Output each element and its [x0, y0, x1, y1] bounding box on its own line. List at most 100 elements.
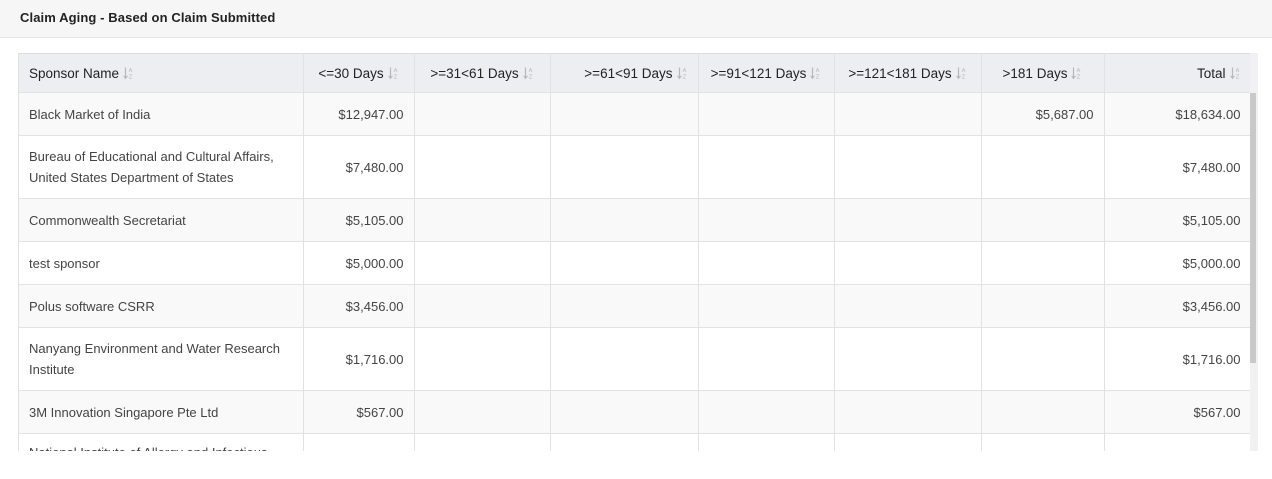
table-row: test sponsor $5,000.00 $5,000.00	[19, 241, 1252, 285]
svg-text:A: A	[682, 68, 686, 74]
sort-alpha-icon[interactable]: AZ	[810, 66, 821, 81]
table-row: Commonwealth Secretariat $5,105.00 $5,10…	[19, 198, 1252, 242]
sort-alpha-icon[interactable]: AZ	[676, 66, 688, 81]
svg-text:Z: Z	[528, 75, 532, 80]
svg-text:A: A	[1235, 68, 1239, 74]
svg-text:Z: Z	[393, 75, 397, 80]
amount-cell	[414, 241, 551, 285]
total-cell: $18,634.00	[1104, 92, 1252, 136]
amount-cell	[414, 198, 551, 242]
sponsor-name-cell: 3M Innovation Singapore Pte Ltd	[19, 390, 304, 434]
amount-cell	[981, 241, 1105, 285]
amount-cell	[414, 92, 551, 136]
column-header-31-61-days[interactable]: >=31<61 Days A Z	[414, 53, 551, 93]
amount-cell	[698, 390, 835, 434]
amount-cell	[414, 433, 551, 451]
amount-cell	[550, 92, 699, 136]
svg-text:A: A	[129, 68, 133, 74]
sort-alpha-icon[interactable]: AZ	[1229, 66, 1241, 81]
svg-text:A: A	[1077, 68, 1081, 74]
amount-cell	[834, 92, 982, 136]
amount-cell	[414, 390, 551, 434]
card-title: Claim Aging - Based on Claim Submitted	[20, 10, 276, 25]
table-row: 3M Innovation Singapore Pte Ltd $567.00 …	[19, 390, 1252, 434]
column-header-label: >=61<91 Days	[584, 65, 673, 81]
amount-cell	[834, 198, 982, 242]
amount-cell	[550, 135, 699, 199]
claim-aging-table-container[interactable]: Sponsor Name A Z <=30 Days A Z >=31<61 Days A…	[18, 53, 1258, 451]
claim-aging-card: Claim Aging - Based on Claim Submitted S…	[0, 0, 1272, 479]
column-header-121-181-days[interactable]: >=121<181 Days A Z	[834, 53, 982, 93]
amount-cell	[550, 284, 699, 328]
amount-cell	[698, 92, 835, 136]
amount-cell	[834, 241, 982, 285]
amount-cell	[414, 284, 551, 328]
amount-cell: $1,716.00	[303, 327, 415, 391]
table-row: Polus software CSRR $3,456.00 $3,456.00	[19, 284, 1252, 328]
svg-text:A: A	[528, 68, 532, 74]
svg-text:Z: Z	[1077, 75, 1081, 80]
total-cell: $3,456.00	[1104, 284, 1252, 328]
column-header-sponsor-name[interactable]: Sponsor Name A Z	[19, 53, 304, 93]
amount-cell: $5,000.00	[303, 241, 415, 285]
amount-cell	[550, 327, 699, 391]
column-header-label: >181 Days	[1002, 65, 1068, 81]
table-row: Black Market of India $12,947.00 $5,687.…	[19, 92, 1252, 136]
table-row: Bureau of Educational and Cultural Affai…	[19, 135, 1252, 199]
vertical-scrollbar-thumb[interactable]	[1250, 93, 1256, 363]
amount-cell	[981, 390, 1105, 434]
sort-alpha-icon[interactable]: AZ	[955, 66, 967, 81]
amount-cell	[981, 198, 1105, 242]
amount-cell: $12,947.00	[303, 92, 415, 136]
total-cell: $567.00	[1104, 390, 1252, 434]
amount-cell	[981, 284, 1105, 328]
total-cell	[1104, 433, 1252, 451]
column-header-label: <=30 Days	[318, 65, 384, 81]
svg-text:A: A	[393, 68, 397, 74]
column-header-61-91-days[interactable]: >=61<91 Days A Z	[550, 53, 699, 93]
table-row: Nanyang Environment and Water Research I…	[19, 327, 1252, 391]
amount-cell	[414, 135, 551, 199]
sort-alpha-icon[interactable]: AZ	[387, 66, 399, 81]
amount-cell	[834, 390, 982, 434]
table-row: National Institute of Allergy and Infect…	[19, 433, 1252, 451]
table-header-row: Sponsor Name A Z <=30 Days A Z >=31<61 Days A…	[19, 53, 1252, 93]
amount-cell	[834, 327, 982, 391]
column-header-181-days[interactable]: >181 Days A Z	[981, 53, 1105, 93]
sponsor-name-cell: National Institute of Allergy and Infect…	[19, 433, 304, 451]
amount-cell	[834, 284, 982, 328]
amount-cell	[550, 433, 699, 451]
sort-alpha-icon[interactable]: AZ	[1071, 66, 1082, 81]
amount-cell	[698, 284, 835, 328]
amount-cell	[550, 198, 699, 242]
amount-cell	[698, 241, 835, 285]
amount-cell	[414, 327, 551, 391]
amount-cell	[550, 390, 699, 434]
column-header-le-30-days[interactable]: <=30 Days A Z	[303, 53, 415, 93]
total-cell: $7,480.00	[1104, 135, 1252, 199]
amount-cell	[698, 433, 835, 451]
amount-cell: $567.00	[303, 390, 415, 434]
total-cell: $5,105.00	[1104, 198, 1252, 242]
sponsor-name-cell: Black Market of India	[19, 92, 304, 136]
amount-cell	[698, 135, 835, 199]
card-header: Claim Aging - Based on Claim Submitted	[0, 0, 1272, 38]
column-header-label: Sponsor Name	[29, 65, 120, 81]
column-header-label: >=31<61 Days	[430, 65, 519, 81]
column-header-total[interactable]: Total A Z	[1104, 53, 1252, 93]
svg-text:Z: Z	[1235, 75, 1239, 80]
amount-cell: $5,105.00	[303, 198, 415, 242]
column-header-label: >=121<181 Days	[848, 65, 952, 81]
svg-text:Z: Z	[129, 75, 133, 80]
column-header-label: Total	[1196, 65, 1226, 81]
sort-alpha-icon[interactable]: AZ	[123, 66, 134, 81]
amount-cell	[698, 198, 835, 242]
amount-cell	[550, 241, 699, 285]
column-header-label: >=91<121 Days	[710, 65, 807, 81]
sponsor-name-cell: Polus software CSRR	[19, 284, 304, 328]
amount-cell	[981, 433, 1105, 451]
sort-alpha-icon[interactable]: AZ	[522, 66, 534, 81]
sponsor-name-cell: Commonwealth Secretariat	[19, 198, 304, 242]
total-cell: $1,716.00	[1104, 327, 1252, 391]
column-header-91-121-days[interactable]: >=91<121 Days A Z	[698, 53, 835, 93]
